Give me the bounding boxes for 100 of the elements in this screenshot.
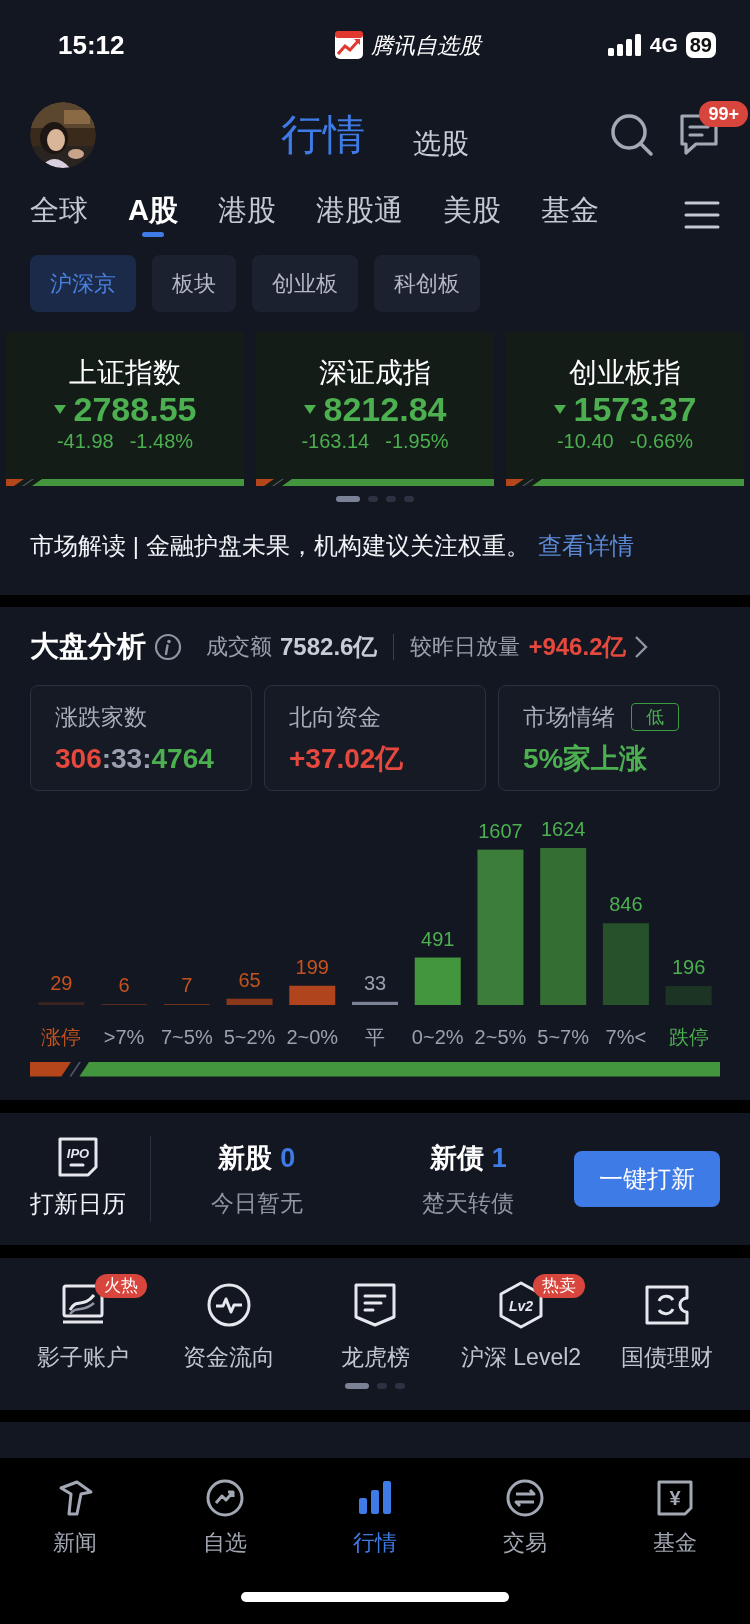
category-label: 2~5% (474, 1025, 527, 1048)
app-name: 腾讯自选股 (370, 31, 481, 60)
value-label: 7 (181, 973, 193, 996)
category-label: 涨停 (41, 1025, 82, 1048)
shortcut-label[interactable]: 影子账户 (37, 1340, 129, 1375)
shortcut-label[interactable]: 资金流向 (183, 1340, 275, 1375)
shortcut-label[interactable]: 龙虎榜 (340, 1340, 410, 1375)
hot-badge: 火热 (95, 1274, 147, 1298)
volume-change: +946.2亿 (528, 631, 627, 662)
battery-level: 89 (685, 32, 716, 58)
index-card[interactable]: 创业板指 1573.37 -10.40 -0.66% (506, 332, 744, 486)
nav-tab[interactable]: 行情 (300, 1478, 450, 1559)
nav-tab[interactable]: 新闻 (0, 1478, 150, 1559)
chart-bar (414, 957, 461, 1005)
stat-value: 306:33:4764 (55, 742, 215, 776)
chart-bar (289, 985, 336, 1005)
pulse-icon[interactable] (206, 1282, 252, 1328)
index-name: 上证指数 (68, 356, 182, 390)
stat-label: 市场情绪 (523, 702, 615, 732)
shortcut-label[interactable]: 沪深 Level2 (460, 1340, 582, 1375)
value-label: 846 (609, 892, 643, 915)
menu-icon[interactable] (684, 200, 720, 230)
category-label: 0~2% (411, 1025, 464, 1048)
breadth-up-segment (506, 479, 524, 486)
stat-card[interactable]: 北向资金 +37.02亿 (264, 684, 486, 791)
market-commentary: 市场解读 | 金融护盘未果，机构建议关注权重。 (30, 531, 530, 561)
nav-tab[interactable]: 自选 (150, 1478, 300, 1559)
index-change: -10.40 (556, 428, 614, 453)
chart-screen-icon[interactable] (61, 1283, 105, 1327)
market-tab[interactable]: 基金 (540, 192, 599, 238)
sentiment-tag: 低 (631, 702, 679, 731)
category-label: 2~0% (286, 1025, 339, 1048)
filter-tab[interactable]: 板块 (152, 255, 236, 312)
chevron-right-icon[interactable] (634, 634, 649, 659)
subscribe-button[interactable]: 一键打新 (574, 1151, 720, 1207)
index-card[interactable]: 深证成指 8212.84 -163.14 -1.95% (256, 332, 494, 486)
ipo-note: 今日暂无 (210, 1189, 303, 1218)
app-icon (334, 31, 363, 59)
ipo-count: 1 (491, 1141, 507, 1175)
calendar-label[interactable]: 打新日历 (30, 1186, 126, 1222)
list-icon[interactable] (353, 1282, 397, 1328)
filter-tab[interactable]: 科创板 (374, 255, 480, 312)
index-change: -41.98 (56, 428, 114, 453)
category-label: 跌停 (668, 1025, 709, 1048)
market-tab[interactable]: A股 (128, 192, 178, 238)
details-link[interactable]: 查看详情 (537, 528, 634, 564)
shortcut-label[interactable]: 国债理财 (621, 1340, 713, 1375)
category-label: 7~5% (160, 1025, 213, 1048)
index-card[interactable]: 上证指数 2788.55 -41.98 -1.48% (6, 332, 244, 486)
value-label: 199 (295, 955, 329, 978)
stat-card[interactable]: 涨跌家数 306:33:4764 (30, 684, 252, 791)
section-title: 大盘分析 (30, 629, 146, 664)
market-tab[interactable]: 美股 (442, 192, 501, 238)
ipo-icon[interactable]: IPO (57, 1136, 99, 1178)
breadth-up-segment (30, 1061, 72, 1077)
ipo-type-label: 新债 (429, 1141, 484, 1175)
category-label: 5~2% (223, 1025, 276, 1048)
filter-tab[interactable]: 创业板 (252, 255, 358, 312)
value-label: 1607 (478, 819, 523, 842)
turnover-value: 7582.6亿 (280, 631, 378, 662)
header-tab[interactable]: 行情 (281, 109, 365, 161)
ticket-icon[interactable] (644, 1284, 690, 1326)
breadth-up-segment (256, 479, 274, 486)
unread-badge: 99+ (699, 101, 748, 127)
value-label: 65 (238, 968, 261, 991)
stat-card[interactable]: 市场情绪 低 5%家上涨 (498, 684, 720, 791)
turnover-label: 成交额 (206, 633, 272, 662)
market-tab[interactable]: 港股通 (315, 192, 403, 238)
ipo-type-label: 新股 (218, 1141, 273, 1175)
stat-label: 北向资金 (289, 702, 381, 732)
breadth-flat-segment (69, 1061, 82, 1077)
index-price: 8212.84 (323, 389, 447, 429)
index-price: 2788.55 (73, 389, 197, 429)
value-label: 491 (421, 927, 455, 950)
market-tab[interactable]: 港股 (217, 192, 276, 238)
index-name: 深证成指 (318, 356, 432, 390)
chart-bar (38, 1001, 85, 1005)
info-icon[interactable] (154, 632, 182, 661)
value-label: 29 (50, 971, 73, 994)
hot-badge: 热卖 (533, 1274, 585, 1298)
value-label: 196 (671, 955, 706, 978)
ipo-count: 0 (280, 1141, 296, 1175)
chart-bar (352, 1001, 398, 1005)
category-label: >7% (103, 1025, 145, 1048)
stat-value: +37.02亿 (289, 742, 405, 776)
down-triangle-icon (553, 404, 566, 414)
index-change-percent: -1.95% (385, 428, 449, 453)
filter-tab[interactable]: 沪深京 (30, 255, 136, 312)
header-tab[interactable]: 选股 (413, 126, 469, 161)
nav-tab[interactable]: ¥ 基金 (600, 1478, 750, 1559)
nav-tab[interactable]: 交易 (450, 1478, 600, 1559)
search-icon[interactable] (610, 113, 654, 157)
market-tab[interactable]: 全球 (30, 192, 88, 238)
ipo-note: 楚天转债 (422, 1189, 515, 1218)
value-label: 1624 (540, 817, 586, 840)
index-change-percent: -0.66% (629, 428, 694, 453)
network-label: 4G (649, 32, 678, 59)
index-change-percent: -1.48% (129, 428, 194, 453)
breadth-up-segment (6, 479, 24, 486)
category-label: 平 (365, 1025, 385, 1048)
